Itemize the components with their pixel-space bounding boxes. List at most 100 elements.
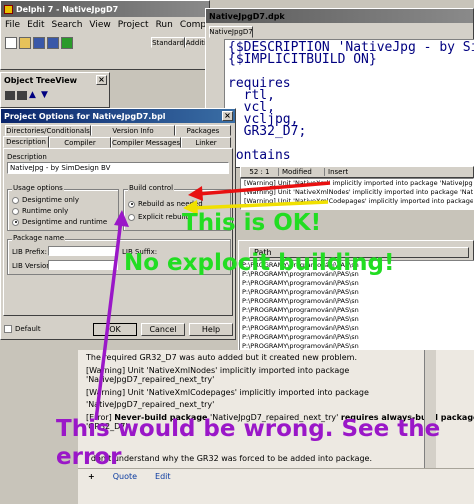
package-editor-window: NativeJpgD7.dpk NativeJpgD7 {$DESCRIPTIO… (205, 8, 474, 168)
ok-annotation: This is OK! (182, 210, 322, 236)
cursor-position: 52 : 1 (241, 168, 279, 176)
treeview-title: Object TreeView (4, 75, 78, 85)
menu-edit[interactable]: Edit (27, 20, 44, 30)
message-line: [Warning] Unit 'NativeXmlCodepages' impl… (244, 197, 474, 205)
tab-linker[interactable]: Linker (181, 137, 231, 148)
path-row[interactable]: P:\PROGRAMY\programování\PAS\sn (242, 279, 474, 288)
tab-packages[interactable]: Packages (175, 125, 231, 136)
radio-designtime-runtime[interactable]: Designtime and runtime (12, 218, 107, 226)
path-row[interactable]: P:\PROGRAMY\programování\PAS\sn (242, 288, 474, 297)
message-line: [Warning] Unit 'NativeXmlNodes' implicit… (244, 188, 474, 196)
radio-runtime-only[interactable]: Runtime only (12, 207, 68, 215)
code-line-2: {$IMPLICITBUILD ON} (228, 52, 377, 67)
new-icon[interactable] (5, 37, 17, 49)
default-checkbox[interactable]: Default (4, 325, 41, 333)
wrong-annotation-line1: This would be wrong. See the (56, 416, 441, 442)
options-title: Project Options for NativeJpgD7.bpl (4, 111, 166, 121)
radio-designtime-only[interactable]: Designtime only (12, 196, 79, 204)
usage-options-label: Usage options (12, 184, 64, 192)
folder-icon[interactable] (17, 91, 27, 100)
lib-prefix-label: LIB Prefix: (12, 248, 48, 256)
post-line: [Warning] Unit 'NativeXmlCodepages' impl… (86, 387, 369, 397)
radio-label: Designtime only (22, 196, 80, 204)
path-row[interactable]: P:\PROGRAMY\programování\PAS\sn (242, 306, 474, 315)
lib-version-label: LIB Version: (12, 262, 54, 270)
messages-pane: [Warning] Unit 'NativeXml' implicitly im… (240, 178, 474, 210)
tab-description[interactable]: Description (3, 136, 49, 148)
run-icon[interactable] (61, 37, 73, 49)
save-icon[interactable] (33, 37, 45, 49)
default-label: Default (15, 325, 41, 333)
code-editor[interactable]: {$DESCRIPTION 'NativeJpg - by Sim {$IMPL… (224, 39, 474, 167)
post-line: [Warning] Unit 'NativeXmlNodes' implicit… (86, 365, 350, 375)
modified-state: Modified (279, 168, 325, 176)
lib-prefix-input[interactable] (48, 246, 118, 256)
plus-button[interactable]: + (88, 472, 95, 481)
tab-directories[interactable]: Directories/Conditionals (5, 125, 91, 136)
post-line: 'NativeJpgD7_repaired_next_try' (86, 400, 215, 409)
arrow-up-icon[interactable]: ▲ (29, 91, 39, 100)
path-row[interactable]: P:\PROGRAMY\programování\PAS\sn (242, 333, 474, 342)
path-row[interactable]: P:\PROGRAMY\programování\PAS\sn (242, 324, 474, 333)
wrong-annotation-line2: error (56, 444, 122, 470)
close-icon[interactable]: × (222, 111, 233, 121)
save-all-icon[interactable] (47, 37, 59, 49)
treeview-title-bar: Object TreeView × (1, 73, 109, 87)
editor-tab[interactable]: NativeJpgD7 (209, 26, 253, 38)
post-divider (78, 468, 474, 469)
menu-run[interactable]: Run (156, 20, 173, 30)
post-scrollbar[interactable] (424, 350, 436, 468)
edit-button[interactable]: Edit (155, 472, 171, 481)
usage-options-group: Usage options Designtime only Runtime on… (7, 184, 119, 231)
tab-compiler-messages[interactable]: Compiler Messages (111, 137, 181, 148)
code-line-10: contains (228, 148, 291, 163)
arrow-down-icon[interactable]: ▼ (41, 91, 51, 100)
build-control-label: Build control (128, 184, 175, 192)
tab-version-info[interactable]: Version Info (91, 125, 175, 136)
delphi-main-window: Delphi 7 - NativeJpgD7 File Edit Search … (0, 0, 217, 70)
object-treeview-window: Object TreeView × ▲ ▼ (0, 72, 110, 108)
delphi-logo-icon (4, 4, 13, 14)
delphi-title-bar: Delphi 7 - NativeJpgD7 (1, 1, 209, 17)
menu-project[interactable]: Project (118, 20, 149, 30)
radio-label: Runtime only (22, 207, 69, 215)
menu-search[interactable]: Search (52, 20, 83, 30)
description-label: Description (7, 153, 47, 161)
path-row[interactable]: P:\PROGRAMY\programování\PAS\sn (242, 297, 474, 306)
treeview-toolbar: ▲ ▼ (1, 87, 109, 104)
open-icon[interactable] (19, 37, 31, 49)
code-line-8: GR32_D7; (228, 124, 307, 139)
close-icon[interactable]: × (96, 75, 107, 85)
path-row[interactable]: P:\PROGRAMY\programování\PAS\sn (242, 315, 474, 324)
no-build-annotation: No explocit building! (124, 250, 395, 276)
editor-title-bar: NativeJpgD7.dpk (206, 9, 473, 23)
radio-explicit-rebuild[interactable]: Explicit rebuild (128, 213, 190, 221)
insert-mode: Insert (328, 168, 349, 176)
lib-version-input[interactable] (48, 260, 118, 270)
cancel-button[interactable]: Cancel (141, 323, 185, 336)
package-name-label: Package name (12, 234, 66, 242)
message-line: [Warning] Unit 'NativeXml' implicitly im… (244, 179, 474, 187)
palette-tab-standard[interactable]: Standard (151, 37, 185, 48)
menu-file[interactable]: File (5, 20, 20, 30)
options-title-bar: Project Options for NativeJpgD7.bpl × (1, 109, 235, 123)
radio-rebuild-as-needed[interactable]: Rebuild as needed (128, 200, 203, 208)
editor-status-bar: 52 : 1 Modified Insert (240, 166, 474, 178)
help-button[interactable]: Help (189, 323, 233, 336)
ok-button[interactable]: OK (93, 323, 137, 336)
description-input[interactable]: NativeJpg - by SimDesign BV (7, 162, 229, 174)
folder-icon[interactable] (5, 91, 15, 100)
post-line: The required GR32_D7 was auto added but … (86, 353, 357, 362)
menu-bar: File Edit Search View Project Run Compon (1, 17, 217, 33)
post-line: 'NativeJpgD7_repaired_next_try' (86, 375, 215, 384)
quote-button[interactable]: Quote (113, 472, 137, 481)
post-text: The required GR32_D7 was auto added but … (86, 353, 474, 463)
delphi-title: Delphi 7 - NativeJpgD7 (16, 4, 119, 14)
radio-label: Rebuild as needed (138, 200, 203, 208)
editor-title: NativeJpgD7.dpk (209, 11, 285, 21)
radio-label: Designtime and runtime (22, 218, 108, 226)
post-action-bar: + Quote Edit (78, 472, 171, 481)
post-line: I don't understand why the GR32 was forc… (86, 453, 373, 463)
menu-view[interactable]: View (89, 20, 110, 30)
tab-compiler[interactable]: Compiler (49, 137, 111, 148)
